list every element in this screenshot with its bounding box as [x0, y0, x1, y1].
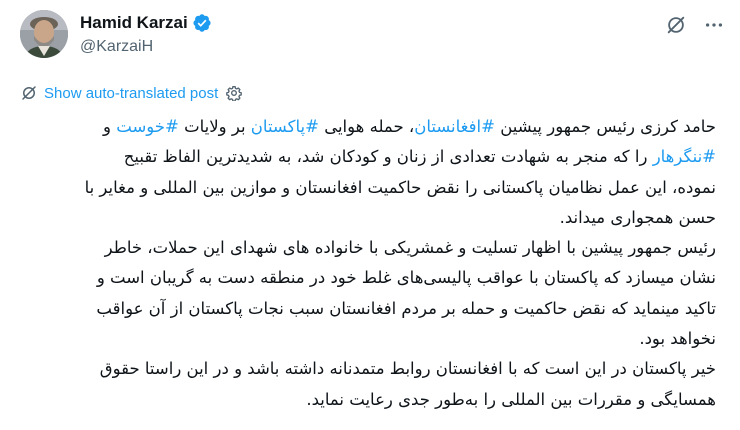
- post-paragraph-3: خیر پاکستان در این است که با افغانستان ر…: [99, 359, 716, 409]
- grok-icon[interactable]: [665, 14, 687, 36]
- post-text: حامد کرزی رئیس جمهور پیشین #افغانستان، ح…: [80, 112, 716, 415]
- post-text-segment: را که منجر به شهادت تعدادی از زنان و کود…: [84, 147, 716, 227]
- verified-badge-icon: [193, 14, 211, 32]
- show-translation-link[interactable]: Show auto-translated post: [44, 85, 218, 102]
- header-actions: [665, 14, 725, 36]
- more-icon[interactable]: [703, 14, 725, 36]
- post-header: Hamid Karzai @KarzaiH: [20, 10, 725, 62]
- display-name[interactable]: Hamid Karzai: [80, 13, 188, 33]
- post-text-segment: حامد کرزی رئیس جمهور پیشین: [494, 117, 716, 136]
- gear-icon[interactable]: [226, 85, 243, 101]
- translate-row: Show auto-translated post: [20, 82, 243, 104]
- post-paragraph-1: حامد کرزی رئیس جمهور پیشین #افغانستان، ح…: [80, 112, 716, 233]
- hashtag-pakistan[interactable]: #پاکستان: [251, 117, 319, 136]
- post-text-segment: ، حمله هوایی: [318, 117, 415, 136]
- hashtag-khost[interactable]: #خوست: [116, 117, 179, 136]
- handle[interactable]: @KarzaiH: [80, 38, 212, 56]
- post-paragraph-2: رئیس جمهور پیشین با اظهار تسلیت و غمشریک…: [96, 238, 716, 349]
- author-names: Hamid Karzai @KarzaiH: [80, 12, 212, 56]
- avatar[interactable]: [20, 10, 68, 58]
- translate-icon: [22, 86, 36, 100]
- hashtag-nangarhar[interactable]: #ننگرهار: [653, 147, 716, 166]
- profile-photo-icon: [20, 10, 68, 58]
- post-text-segment: و: [103, 117, 117, 136]
- post-text-segment: بر ولایات: [178, 117, 251, 136]
- hashtag-afghanistan[interactable]: #افغانستان: [414, 117, 495, 136]
